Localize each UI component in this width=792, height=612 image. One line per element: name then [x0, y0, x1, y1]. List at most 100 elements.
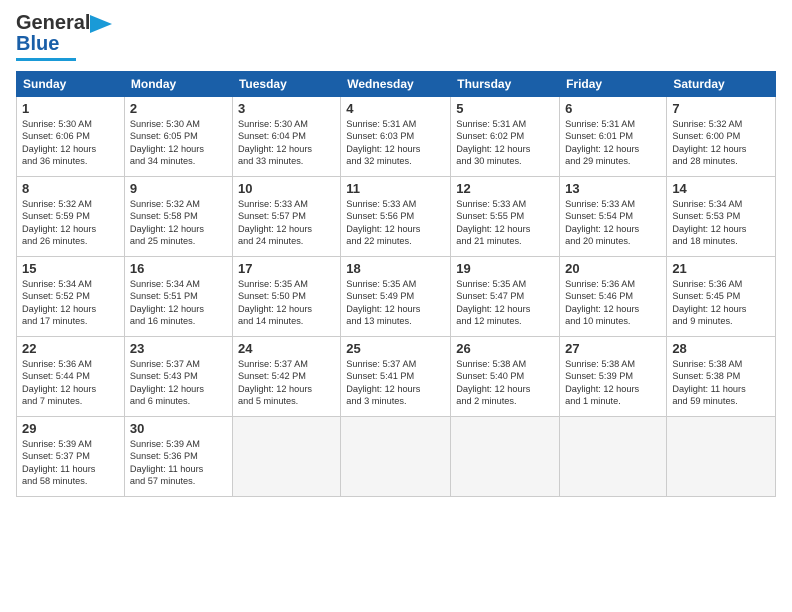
calendar-table: SundayMondayTuesdayWednesdayThursdayFrid…	[16, 71, 776, 497]
day-info: Sunrise: 5:36 AM Sunset: 5:44 PM Dayligh…	[22, 358, 119, 408]
calendar-day-20: 20 Sunrise: 5:36 AM Sunset: 5:46 PM Dayli…	[560, 257, 667, 337]
calendar-day-22: 22 Sunrise: 5:36 AM Sunset: 5:44 PM Dayli…	[17, 337, 125, 417]
dow-header-saturday: Saturday	[667, 72, 776, 97]
day-info: Sunrise: 5:30 AM Sunset: 6:04 PM Dayligh…	[238, 118, 335, 168]
day-info: Sunrise: 5:38 AM Sunset: 5:38 PM Dayligh…	[672, 358, 770, 408]
day-info: Sunrise: 5:32 AM Sunset: 6:00 PM Dayligh…	[672, 118, 770, 168]
day-number: 9	[130, 181, 227, 196]
day-info: Sunrise: 5:39 AM Sunset: 5:37 PM Dayligh…	[22, 438, 119, 488]
calendar-day-19: 19Sunrise: 5:35 AM Sunset: 5:47 PM Dayli…	[451, 257, 560, 337]
calendar-day-14: 14 Sunrise: 5:34 AM Sunset: 5:53 PM Dayli…	[667, 177, 776, 257]
day-number: 27	[565, 341, 661, 356]
day-info: Sunrise: 5:37 AM Sunset: 5:42 PM Dayligh…	[238, 358, 335, 408]
calendar-day-15: 15 Sunrise: 5:34 AM Sunset: 5:52 PM Dayli…	[17, 257, 125, 337]
calendar-day-8: 8Sunrise: 5:32 AM Sunset: 5:59 PM Daylig…	[17, 177, 125, 257]
day-number: 16	[130, 261, 227, 276]
day-info: Sunrise: 5:37 AM Sunset: 5:41 PM Dayligh…	[346, 358, 445, 408]
calendar-day-empty-5	[560, 417, 667, 497]
calendar-week-5: 29 Sunrise: 5:39 AM Sunset: 5:37 PM Dayli…	[17, 417, 776, 497]
day-number: 20	[565, 261, 661, 276]
day-number: 6	[565, 101, 661, 116]
logo-text-blue: Blue	[16, 33, 59, 56]
calendar-day-21: 21 Sunrise: 5:36 AM Sunset: 5:45 PM Dayli…	[667, 257, 776, 337]
day-number: 18	[346, 261, 445, 276]
calendar-day-13: 13Sunrise: 5:33 AM Sunset: 5:54 PM Dayli…	[560, 177, 667, 257]
day-number: 12	[456, 181, 554, 196]
calendar-day-16: 16Sunrise: 5:34 AM Sunset: 5:51 PM Dayli…	[124, 257, 232, 337]
logo-arrow-icon	[90, 15, 112, 33]
day-info: Sunrise: 5:33 AM Sunset: 5:56 PM Dayligh…	[346, 198, 445, 248]
calendar-body: 1 Sunrise: 5:30 AM Sunset: 6:06 PM Daylig…	[17, 97, 776, 497]
day-info: Sunrise: 5:30 AM Sunset: 6:05 PM Dayligh…	[130, 118, 227, 168]
dow-header-monday: Monday	[124, 72, 232, 97]
dow-header-sunday: Sunday	[17, 72, 125, 97]
calendar-day-26: 26 Sunrise: 5:38 AM Sunset: 5:40 PM Dayli…	[451, 337, 560, 417]
calendar-day-23: 23 Sunrise: 5:37 AM Sunset: 5:43 PM Dayli…	[124, 337, 232, 417]
day-info: Sunrise: 5:31 AM Sunset: 6:03 PM Dayligh…	[346, 118, 445, 168]
day-info: Sunrise: 5:35 AM Sunset: 5:47 PM Dayligh…	[456, 278, 554, 328]
calendar-day-24: 24 Sunrise: 5:37 AM Sunset: 5:42 PM Dayli…	[232, 337, 340, 417]
calendar-day-1: 1 Sunrise: 5:30 AM Sunset: 6:06 PM Daylig…	[17, 97, 125, 177]
day-number: 8	[22, 181, 119, 196]
day-info: Sunrise: 5:37 AM Sunset: 5:43 PM Dayligh…	[130, 358, 227, 408]
calendar-day-7: 7 Sunrise: 5:32 AM Sunset: 6:00 PM Daylig…	[667, 97, 776, 177]
day-number: 23	[130, 341, 227, 356]
calendar-day-9: 9 Sunrise: 5:32 AM Sunset: 5:58 PM Daylig…	[124, 177, 232, 257]
day-info: Sunrise: 5:35 AM Sunset: 5:49 PM Dayligh…	[346, 278, 445, 328]
calendar-week-3: 15 Sunrise: 5:34 AM Sunset: 5:52 PM Dayli…	[17, 257, 776, 337]
day-info: Sunrise: 5:34 AM Sunset: 5:53 PM Dayligh…	[672, 198, 770, 248]
dow-header-tuesday: Tuesday	[232, 72, 340, 97]
calendar-day-29: 29 Sunrise: 5:39 AM Sunset: 5:37 PM Dayli…	[17, 417, 125, 497]
day-info: Sunrise: 5:36 AM Sunset: 5:46 PM Dayligh…	[565, 278, 661, 328]
day-number: 14	[672, 181, 770, 196]
calendar-day-4: 4 Sunrise: 5:31 AM Sunset: 6:03 PM Daylig…	[341, 97, 451, 177]
calendar-day-empty-6	[667, 417, 776, 497]
calendar-day-28: 28 Sunrise: 5:38 AM Sunset: 5:38 PM Dayli…	[667, 337, 776, 417]
calendar-day-18: 18 Sunrise: 5:35 AM Sunset: 5:49 PM Dayli…	[341, 257, 451, 337]
calendar-week-1: 1 Sunrise: 5:30 AM Sunset: 6:06 PM Daylig…	[17, 97, 776, 177]
day-info: Sunrise: 5:31 AM Sunset: 6:02 PM Dayligh…	[456, 118, 554, 168]
calendar-day-empty-3	[341, 417, 451, 497]
day-number: 7	[672, 101, 770, 116]
day-info: Sunrise: 5:38 AM Sunset: 5:39 PM Dayligh…	[565, 358, 661, 408]
day-of-week-header-row: SundayMondayTuesdayWednesdayThursdayFrid…	[17, 72, 776, 97]
calendar-day-17: 17 Sunrise: 5:35 AM Sunset: 5:50 PM Dayli…	[232, 257, 340, 337]
logo: General Blue	[16, 12, 112, 61]
day-number: 22	[22, 341, 119, 356]
day-info: Sunrise: 5:30 AM Sunset: 6:06 PM Dayligh…	[22, 118, 119, 168]
day-info: Sunrise: 5:39 AM Sunset: 5:36 PM Dayligh…	[130, 438, 227, 488]
day-info: Sunrise: 5:38 AM Sunset: 5:40 PM Dayligh…	[456, 358, 554, 408]
dow-header-wednesday: Wednesday	[341, 72, 451, 97]
day-number: 1	[22, 101, 119, 116]
day-number: 3	[238, 101, 335, 116]
logo-text-general: General	[16, 12, 90, 35]
day-number: 17	[238, 261, 335, 276]
calendar-day-30: 30Sunrise: 5:39 AM Sunset: 5:36 PM Dayli…	[124, 417, 232, 497]
calendar-day-empty-4	[451, 417, 560, 497]
day-number: 29	[22, 421, 119, 436]
logo-underline	[16, 58, 76, 61]
day-info: Sunrise: 5:31 AM Sunset: 6:01 PM Dayligh…	[565, 118, 661, 168]
calendar-week-4: 22 Sunrise: 5:36 AM Sunset: 5:44 PM Dayli…	[17, 337, 776, 417]
day-number: 21	[672, 261, 770, 276]
day-info: Sunrise: 5:32 AM Sunset: 5:58 PM Dayligh…	[130, 198, 227, 248]
dow-header-friday: Friday	[560, 72, 667, 97]
day-info: Sunrise: 5:33 AM Sunset: 5:55 PM Dayligh…	[456, 198, 554, 248]
day-number: 26	[456, 341, 554, 356]
day-number: 11	[346, 181, 445, 196]
day-info: Sunrise: 5:35 AM Sunset: 5:50 PM Dayligh…	[238, 278, 335, 328]
day-number: 10	[238, 181, 335, 196]
day-number: 2	[130, 101, 227, 116]
calendar-day-25: 25Sunrise: 5:37 AM Sunset: 5:41 PM Dayli…	[341, 337, 451, 417]
calendar-day-12: 12 Sunrise: 5:33 AM Sunset: 5:55 PM Dayli…	[451, 177, 560, 257]
calendar-day-3: 3 Sunrise: 5:30 AM Sunset: 6:04 PM Daylig…	[232, 97, 340, 177]
calendar-week-2: 8Sunrise: 5:32 AM Sunset: 5:59 PM Daylig…	[17, 177, 776, 257]
day-number: 13	[565, 181, 661, 196]
day-number: 28	[672, 341, 770, 356]
day-info: Sunrise: 5:36 AM Sunset: 5:45 PM Dayligh…	[672, 278, 770, 328]
calendar-day-5: 5Sunrise: 5:31 AM Sunset: 6:02 PM Daylig…	[451, 97, 560, 177]
day-info: Sunrise: 5:34 AM Sunset: 5:52 PM Dayligh…	[22, 278, 119, 328]
day-number: 15	[22, 261, 119, 276]
day-number: 4	[346, 101, 445, 116]
day-number: 24	[238, 341, 335, 356]
